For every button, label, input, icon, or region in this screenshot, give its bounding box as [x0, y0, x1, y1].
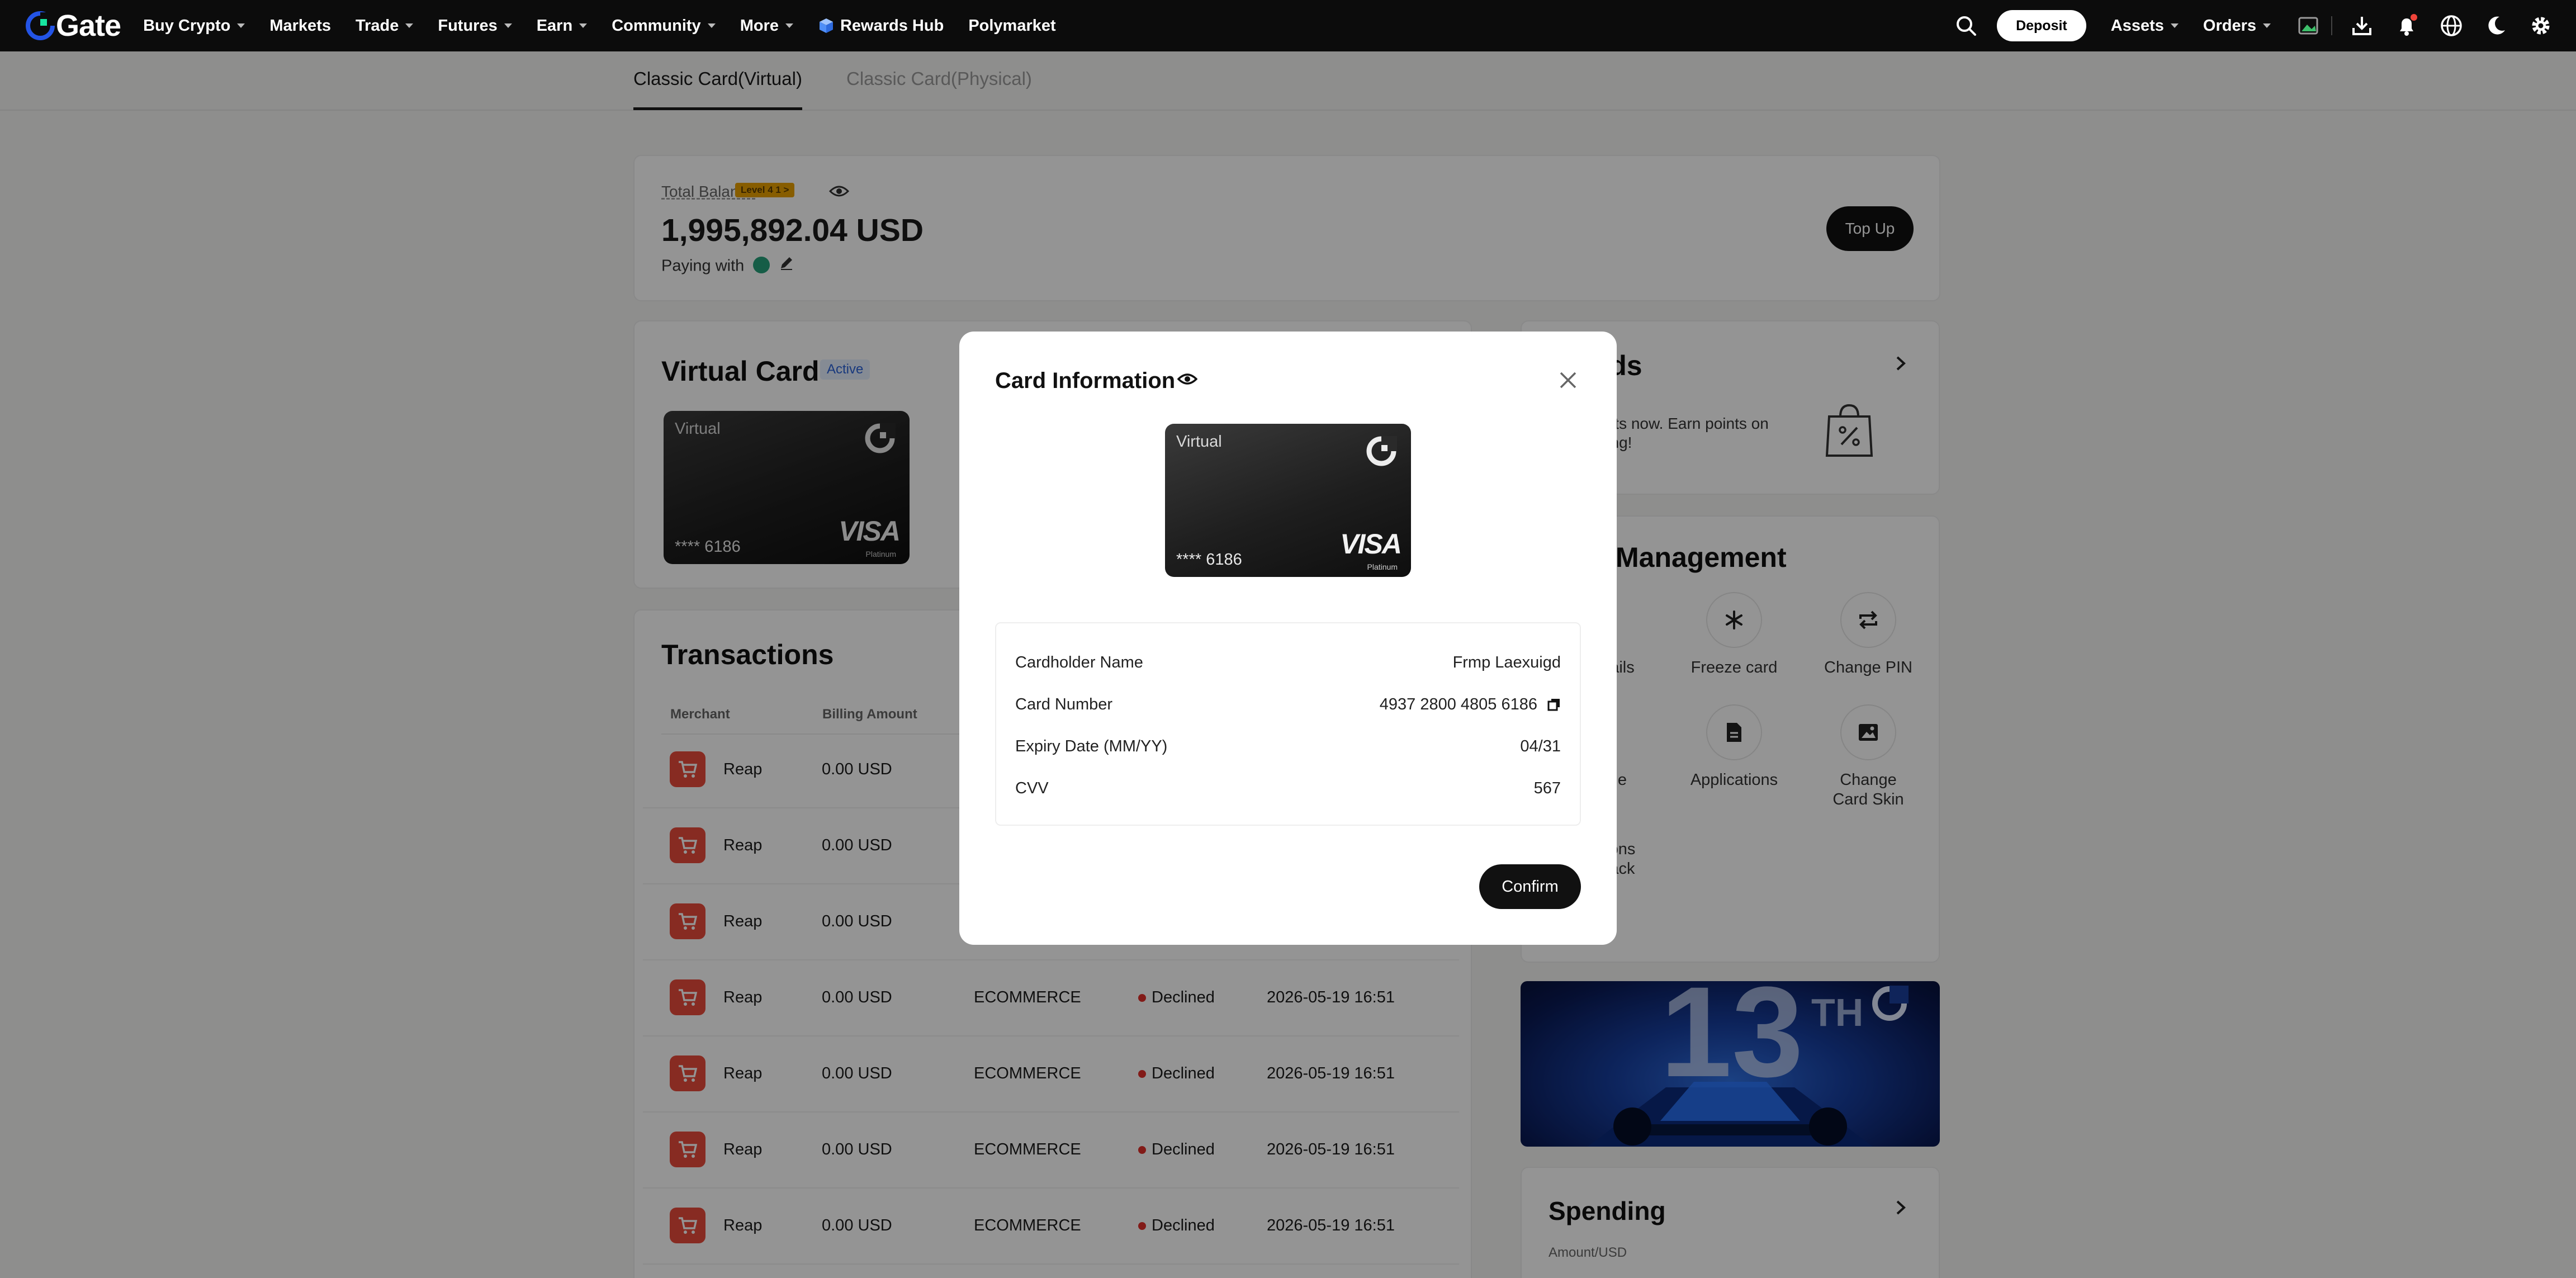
menu-futures[interactable]: Futures: [438, 17, 512, 35]
card-type-label: Virtual: [1176, 433, 1222, 451]
menu-trade[interactable]: Trade: [355, 16, 414, 35]
modal-title: Card Information: [995, 368, 1176, 393]
cube-icon: [819, 18, 833, 33]
main-menu: Buy Crypto Markets Trade Futures Earn Co…: [143, 0, 1081, 51]
menu-label: Assets: [2110, 16, 2164, 35]
menu-label: Futures: [438, 16, 498, 35]
menu-label: Community: [612, 16, 701, 35]
modal-card-image: Virtual **** 6186 VISA Platinum: [1165, 424, 1411, 577]
globe-icon[interactable]: [2438, 13, 2464, 39]
cardholder-name-value: Frmp Laexuigd: [1452, 653, 1561, 671]
menu-label: More: [740, 16, 779, 35]
gate-card-logo-icon: [1365, 435, 1398, 470]
chevron-down-icon: [579, 23, 588, 28]
menu-orders[interactable]: Orders: [2203, 17, 2271, 35]
notification-bell-icon[interactable]: [2394, 13, 2419, 39]
chevron-down-icon: [785, 23, 793, 28]
avatar[interactable]: [2295, 13, 2321, 39]
menu-label: Buy Crypto: [143, 16, 231, 35]
menu-label: Polymarket: [968, 16, 1056, 35]
card-info-table: Cardholder Name Frmp Laexuigd Card Numbe…: [995, 622, 1581, 826]
cvv-value: 567: [1533, 779, 1561, 797]
close-icon[interactable]: [1557, 370, 1579, 391]
card-information-modal: Card Information Virtual **** 6186 VISA …: [959, 332, 1617, 945]
chevron-down-icon: [2170, 23, 2179, 28]
cardholder-name-row: Cardholder Name Frmp Laexuigd: [1015, 651, 1561, 674]
gate-logo[interactable]: Gate: [26, 0, 121, 51]
menu-more[interactable]: More: [740, 17, 793, 35]
visa-logo: VISA: [1340, 528, 1402, 560]
copy-icon[interactable]: [1547, 698, 1561, 711]
logo-text: Gate: [56, 9, 121, 42]
dark-mode-moon-icon[interactable]: [2483, 13, 2509, 39]
top-nav: Gate Buy Crypto Markets Trade Futures Ea…: [0, 0, 2576, 51]
expiry-date-row: Expiry Date (MM/YY) 04/31: [1015, 735, 1561, 758]
card-number-value: 4937 2800 4805 6186: [1379, 695, 1537, 713]
confirm-button[interactable]: Confirm: [1479, 864, 1581, 909]
menu-label: Markets: [269, 16, 331, 35]
download-icon[interactable]: [2349, 13, 2375, 39]
chevron-down-icon: [504, 23, 512, 28]
menu-buy-crypto[interactable]: Buy Crypto: [143, 17, 245, 35]
card-tier: Platinum: [1367, 562, 1398, 571]
expiry-date-label: Expiry Date (MM/YY): [1015, 737, 1168, 755]
gate-logo-icon: [26, 11, 55, 40]
menu-assets[interactable]: Assets: [2111, 17, 2179, 35]
menu-polymarket[interactable]: Polymarket: [968, 17, 1055, 35]
menu-label: Earn: [536, 16, 573, 35]
cardholder-name-label: Cardholder Name: [1015, 653, 1143, 671]
card-number-value-group: 4937 2800 4805 6186: [1380, 695, 1561, 714]
card-last4: **** 6186: [1176, 551, 1242, 569]
eye-icon[interactable]: [1177, 372, 1198, 389]
chevron-down-icon: [405, 23, 414, 28]
deposit-button[interactable]: Deposit: [1997, 10, 2086, 41]
menu-label: Orders: [2203, 16, 2256, 35]
nav-divider: [2331, 16, 2332, 35]
chevron-down-icon: [707, 23, 716, 28]
menu-markets[interactable]: Markets: [269, 17, 331, 35]
notification-dot: [2411, 14, 2417, 21]
menu-earn[interactable]: Earn: [536, 16, 588, 35]
cvv-label: CVV: [1015, 779, 1049, 797]
cvv-row: CVV 567: [1015, 777, 1561, 799]
search-icon[interactable]: [1953, 13, 1979, 39]
nav-right: Deposit Assets Orders: [1953, 0, 2576, 51]
card-number-row: Card Number 4937 2800 4805 6186: [1015, 693, 1561, 716]
chevron-down-icon: [237, 23, 245, 28]
menu-rewards-hub[interactable]: Rewards Hub: [818, 17, 944, 35]
menu-community[interactable]: Community: [612, 17, 716, 35]
menu-label: Trade: [355, 16, 399, 35]
chevron-down-icon: [2263, 23, 2271, 28]
card-number-label: Card Number: [1015, 695, 1113, 713]
settings-gear-icon[interactable]: [2528, 13, 2554, 39]
menu-label: Rewards Hub: [840, 16, 944, 35]
expiry-date-value: 04/31: [1520, 737, 1561, 755]
